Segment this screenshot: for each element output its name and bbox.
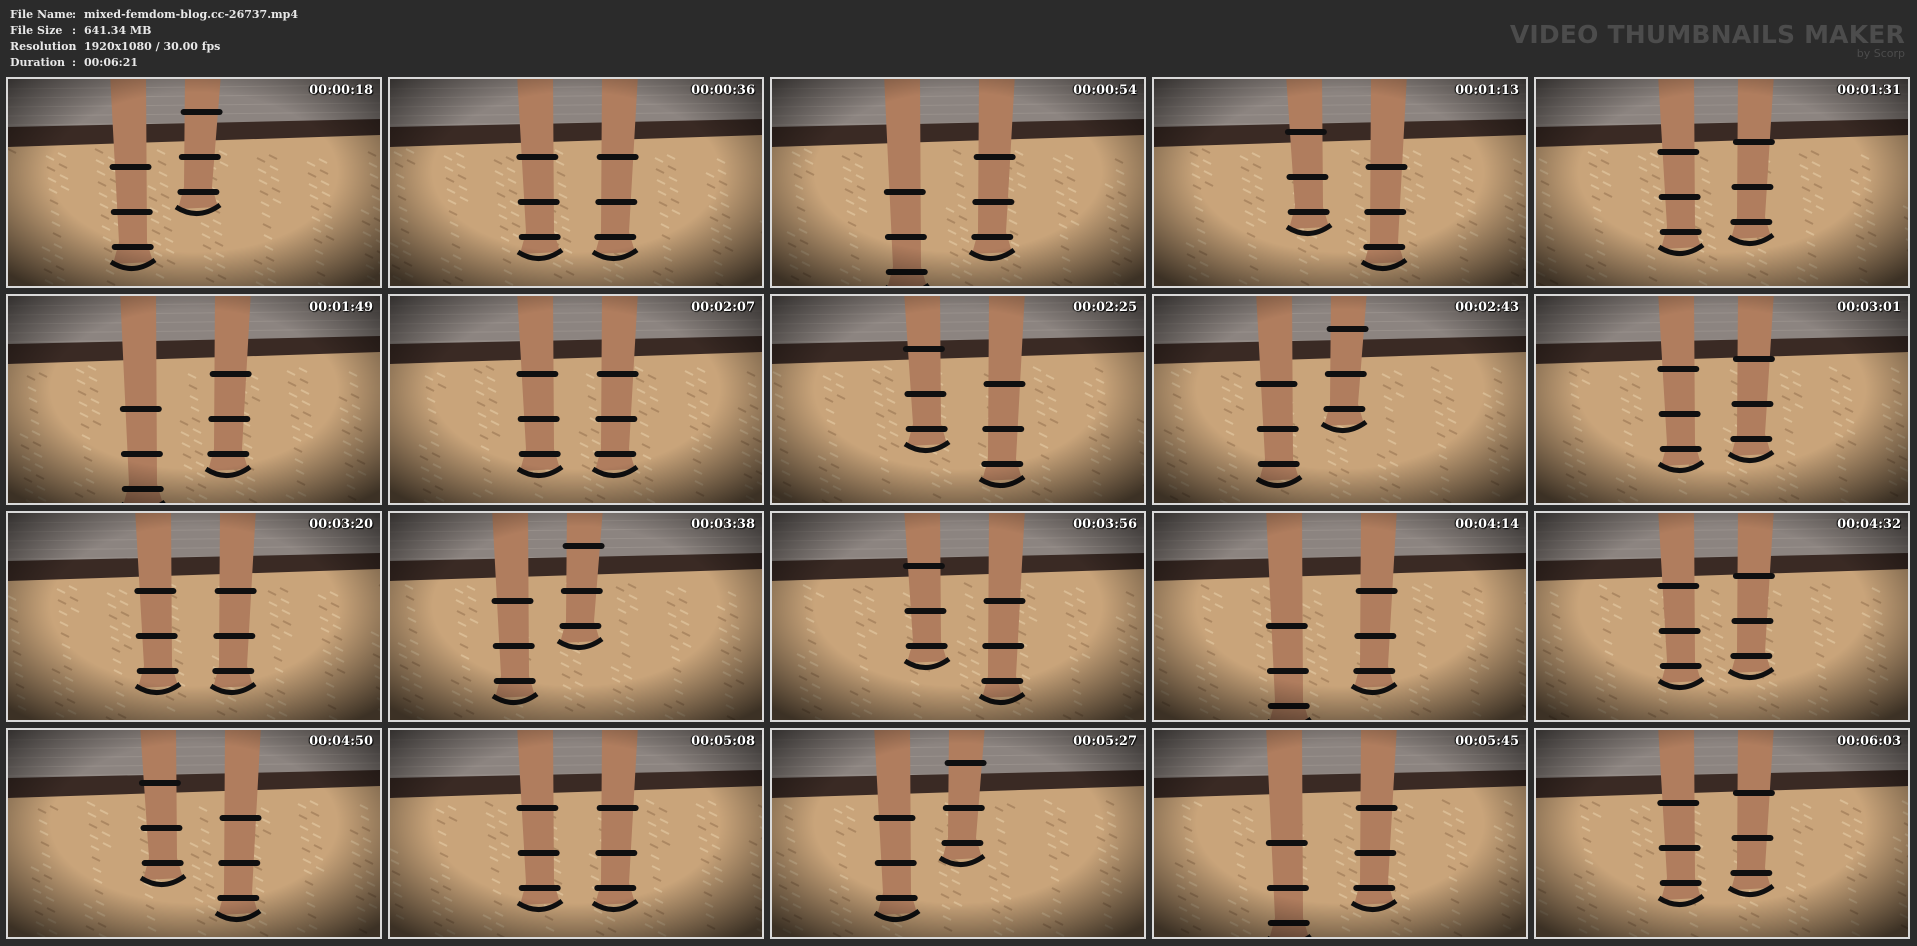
timestamp-label: 00:01:31 (1837, 83, 1901, 98)
file-size-value: 641.34 MB (84, 24, 152, 37)
frame-image (8, 296, 380, 503)
duration-label: Duration (10, 56, 66, 69)
frame-image (8, 79, 380, 286)
separator: : (72, 56, 77, 69)
video-thumbnail[interactable]: 00:01:13 (1152, 77, 1528, 288)
video-thumbnail[interactable]: 00:03:38 (388, 511, 764, 722)
frame-image (1154, 730, 1526, 937)
timestamp-label: 00:01:49 (309, 300, 373, 315)
separator: : (72, 24, 77, 37)
resolution-row: Resolution : 1920x1080 / 30.00 fps (10, 39, 298, 55)
frame-image (772, 79, 1144, 286)
file-info: File Name : mixed-femdom-blog.cc-26737.m… (10, 7, 298, 71)
frame-image (1536, 513, 1908, 720)
timestamp-label: 00:04:32 (1837, 517, 1901, 532)
separator: : (72, 40, 77, 53)
file-name-label: File Name (10, 8, 73, 21)
duration-row: Duration : 00:06:21 (10, 55, 298, 71)
timestamp-label: 00:00:36 (691, 83, 755, 98)
video-thumbnail[interactable]: 00:04:32 (1534, 511, 1910, 722)
frame-image (390, 296, 762, 503)
video-thumbnail[interactable]: 00:00:18 (6, 77, 382, 288)
video-thumbnail[interactable]: 00:03:56 (770, 511, 1146, 722)
file-size-row: File Size : 641.34 MB (10, 23, 298, 39)
brand-subtitle: by Scorp (1856, 47, 1905, 60)
frame-image (1154, 513, 1526, 720)
timestamp-label: 00:02:07 (691, 300, 755, 315)
frame-image (1536, 79, 1908, 286)
watermark-logo: VIDEO THUMBNAILS MAKER by Scorp (1510, 22, 1905, 60)
frame-image (390, 730, 762, 937)
timestamp-label: 00:03:56 (1073, 517, 1137, 532)
frame-image (772, 730, 1144, 937)
frame-image (1536, 730, 1908, 937)
resolution-value: 1920x1080 / 30.00 fps (84, 40, 221, 53)
video-thumbnail[interactable]: 00:01:31 (1534, 77, 1910, 288)
frame-image (390, 79, 762, 286)
video-thumbnail[interactable]: 00:05:08 (388, 728, 764, 939)
timestamp-label: 00:05:27 (1073, 734, 1137, 749)
brand-title: VIDEO THUMBNAILS MAKER (1509, 20, 1905, 49)
timestamp-label: 00:05:08 (691, 734, 755, 749)
timestamp-label: 00:00:18 (309, 83, 373, 98)
video-thumbnail[interactable]: 00:05:27 (770, 728, 1146, 939)
file-name-value: mixed-femdom-blog.cc-26737.mp4 (84, 8, 299, 21)
video-thumbnail[interactable]: 00:05:45 (1152, 728, 1528, 939)
video-thumbnail[interactable]: 00:02:25 (770, 294, 1146, 505)
timestamp-label: 00:04:50 (309, 734, 373, 749)
video-thumbnail[interactable]: 00:02:43 (1152, 294, 1528, 505)
resolution-label: Resolution (10, 40, 77, 53)
video-thumbnail[interactable]: 00:03:20 (6, 511, 382, 722)
timestamp-label: 00:05:45 (1455, 734, 1519, 749)
timestamp-label: 00:03:38 (691, 517, 755, 532)
thumbnail-grid: 00:00:18 00:00:36 00:00:54 00:01:13 00:01:31… (6, 77, 1917, 939)
frame-image (8, 513, 380, 720)
timestamp-label: 00:00:54 (1073, 83, 1137, 98)
separator: : (72, 8, 77, 21)
timestamp-label: 00:06:03 (1837, 734, 1901, 749)
file-name-row: File Name : mixed-femdom-blog.cc-26737.m… (10, 7, 298, 23)
sheet-header: File Name : mixed-femdom-blog.cc-26737.m… (0, 0, 1917, 76)
frame-image (8, 730, 380, 937)
video-thumbnail[interactable]: 00:00:54 (770, 77, 1146, 288)
timestamp-label: 00:01:13 (1455, 83, 1519, 98)
video-thumbnail[interactable]: 00:00:36 (388, 77, 764, 288)
frame-image (772, 296, 1144, 503)
frame-image (390, 513, 762, 720)
timestamp-label: 00:02:43 (1455, 300, 1519, 315)
frame-image (1154, 296, 1526, 503)
frame-image (1154, 79, 1526, 286)
duration-value: 00:06:21 (84, 56, 139, 69)
timestamp-label: 00:03:20 (309, 517, 373, 532)
timestamp-label: 00:03:01 (1837, 300, 1901, 315)
timestamp-label: 00:04:14 (1455, 517, 1519, 532)
video-thumbnail[interactable]: 00:06:03 (1534, 728, 1910, 939)
timestamp-label: 00:02:25 (1073, 300, 1137, 315)
video-thumbnail[interactable]: 00:03:01 (1534, 294, 1910, 505)
frame-image (772, 513, 1144, 720)
video-thumbnail[interactable]: 00:04:50 (6, 728, 382, 939)
video-thumbnail[interactable]: 00:02:07 (388, 294, 764, 505)
video-thumbnail[interactable]: 00:04:14 (1152, 511, 1528, 722)
video-thumbnail[interactable]: 00:01:49 (6, 294, 382, 505)
file-size-label: File Size (10, 24, 63, 37)
frame-image (1536, 296, 1908, 503)
